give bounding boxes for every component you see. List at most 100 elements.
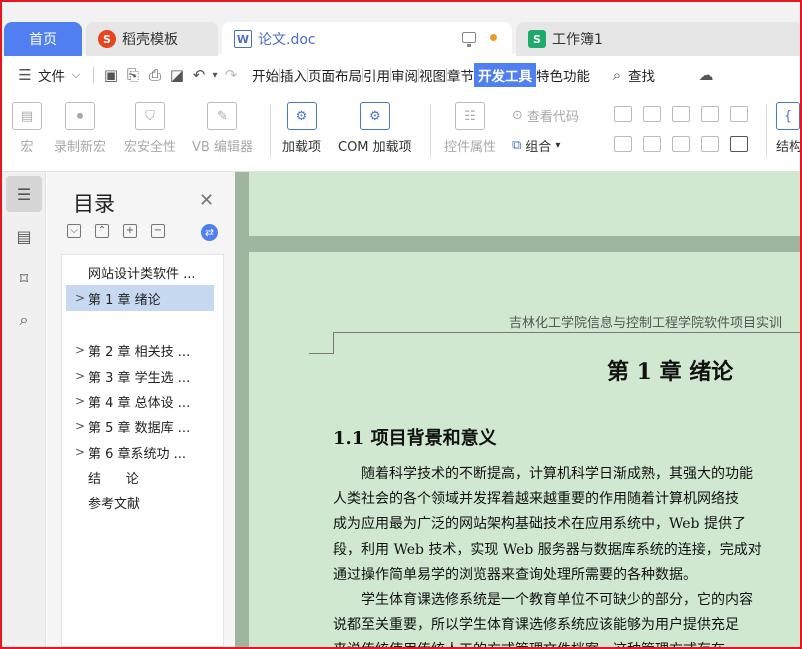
- undo-icon[interactable]: ↶: [188, 64, 210, 86]
- menu-view[interactable]: 视图: [419, 65, 446, 85]
- chevron-right-icon: >: [74, 394, 86, 408]
- tab-home[interactable]: 首页: [4, 22, 82, 56]
- toc-item-label: 第 1 章 绪论: [88, 292, 161, 308]
- sync-icon[interactable]: ⇄: [201, 224, 218, 241]
- toc-item[interactable]: 网站设计类软件 ...: [62, 259, 223, 285]
- print-preview-icon[interactable]: ◪: [166, 64, 188, 86]
- list-control-icon[interactable]: [614, 136, 632, 152]
- chevron-right-icon: >: [74, 343, 86, 357]
- toc-item-label: 网站设计类软件 ...: [88, 266, 196, 282]
- gear-icon: ⚙: [286, 102, 317, 130]
- redo-icon[interactable]: ↷: [220, 64, 242, 86]
- chevron-right-icon: >: [74, 369, 86, 383]
- export-icon[interactable]: ⎘: [122, 64, 144, 86]
- macro-security-button[interactable]: ⛉ 宏安全性: [124, 102, 176, 155]
- expand-plus-icon[interactable]: +: [123, 224, 137, 238]
- chevron-down-icon[interactable]: ⌵: [65, 64, 87, 86]
- collapse-minus-icon[interactable]: −: [151, 224, 165, 238]
- chevron-down-icon: ▾: [555, 140, 561, 151]
- toc-item[interactable]: 结 论: [62, 464, 223, 490]
- hamburger-icon[interactable]: ☰: [14, 64, 36, 86]
- date-control-icon[interactable]: [672, 136, 690, 152]
- toc-item[interactable]: > 第 5 章 数据库 ...: [62, 413, 223, 439]
- menu-chapter[interactable]: 章节: [447, 65, 474, 85]
- toc-item[interactable]: > 第 2 章 相关技 ...: [62, 337, 223, 363]
- side-rail: ☰ ▤ ⌑ ⌕: [2, 172, 46, 647]
- body-text-line: 成为应用最为广泛的网站架构基础技术在应用系统中，Web 提供了: [333, 516, 746, 532]
- structure-label: 结构: [776, 140, 800, 155]
- tab-sheet[interactable]: S 工作簿1: [516, 22, 802, 56]
- addins-button[interactable]: ⚙ 加载项: [282, 102, 321, 155]
- ribbon-divider: [270, 104, 271, 158]
- text-control-icon[interactable]: [614, 106, 632, 122]
- vb-editor-label: VB 编辑器: [192, 140, 253, 155]
- toc-item[interactable]: > 第 4 章 总体设 ...: [62, 388, 223, 414]
- menu-page-layout[interactable]: 页面布局: [308, 65, 362, 85]
- vb-editor-button[interactable]: ✎ VB 编辑器: [192, 102, 253, 155]
- monitor-icon[interactable]: [462, 32, 476, 47]
- dropdown-control-icon[interactable]: [730, 106, 748, 122]
- window-frame-left: [0, 0, 2, 649]
- toc-item-label: 参考文献: [88, 496, 141, 512]
- toc-icon[interactable]: ☰: [6, 176, 42, 212]
- document-page[interactable]: 吉林化工学院信息与控制工程学院软件项目实训 第 1 章 绪论 1.1 项目背景和…: [249, 252, 802, 649]
- checkbox-control-icon[interactable]: [701, 106, 719, 122]
- view-code-label: 查看代码: [526, 110, 579, 125]
- menu-search[interactable]: 查找: [628, 65, 655, 85]
- menu-bar: ☰ 文件 ⌵ ▣ ⎘ ⎙ ◪ ↶ ▾ ↷ 开始 插入 页面布局 引用 审阅 视图…: [0, 56, 802, 94]
- chevron-right-icon: >: [74, 419, 86, 433]
- chevron-right-icon: >: [74, 445, 86, 459]
- com-addins-button[interactable]: ⚙ COM 加载项: [338, 102, 412, 155]
- menu-home[interactable]: 开始: [252, 65, 279, 85]
- search-icon[interactable]: ⌕: [606, 64, 628, 86]
- building-block-icon[interactable]: [701, 136, 719, 152]
- collapse-down-icon[interactable]: ⌵: [67, 224, 81, 238]
- save-icon[interactable]: ▣: [100, 64, 122, 86]
- toc-item[interactable]: > 第 3 章 学生选 ...: [62, 363, 223, 389]
- com-gear-icon: ⚙: [359, 102, 390, 130]
- print-icon[interactable]: ⎙: [144, 64, 166, 86]
- menu-file[interactable]: 文件: [38, 65, 65, 85]
- menu-references[interactable]: 引用: [363, 65, 390, 85]
- tab-template[interactable]: S 稻壳模板: [86, 22, 218, 56]
- structure-button[interactable]: { 结构: [776, 102, 800, 155]
- macro-button[interactable]: ▤ 宏: [12, 102, 42, 155]
- menu-review[interactable]: 审阅: [391, 65, 418, 85]
- body-text-line: 通过操作简单易学的浏览器来查询处理所需要的各种数据。: [333, 567, 697, 583]
- outline-icon[interactable]: ▤: [6, 218, 42, 254]
- record-macro-button[interactable]: ⏺ 录制新宏: [54, 102, 106, 155]
- vb-editor-icon: ✎: [207, 102, 238, 130]
- bookmark-icon[interactable]: ⌑: [6, 260, 42, 296]
- rich-text-control-icon[interactable]: [643, 106, 661, 122]
- menu-insert[interactable]: 插入: [280, 65, 307, 85]
- record-macro-icon: ⏺: [65, 102, 95, 130]
- toc-item-label: 第 6 章系统功 ...: [88, 446, 187, 462]
- document-canvas[interactable]: 吉林化工学院信息与控制工程学院软件项目实训 第 1 章 绪论 1.1 项目背景和…: [235, 172, 802, 649]
- undo-dropdown-icon[interactable]: ▾: [210, 64, 220, 86]
- control-props-button[interactable]: ☷ 控件属性: [444, 102, 496, 155]
- tab-document[interactable]: W 论文.doc: [222, 22, 512, 56]
- image-control-icon[interactable]: [672, 106, 690, 122]
- toc-item[interactable]: 参考文献: [62, 489, 223, 515]
- section-heading: 1.1 项目背景和意义: [333, 428, 497, 449]
- group-button[interactable]: ⧉ 组合 ▾: [512, 136, 560, 155]
- macro-label: 宏: [20, 140, 34, 155]
- toc-item[interactable]: > 第 6 章系统功 ...: [62, 439, 223, 465]
- chapter-heading: 第 1 章 绪论: [607, 359, 734, 385]
- combo-control-icon[interactable]: [643, 136, 661, 152]
- close-icon[interactable]: ✕: [199, 190, 214, 211]
- toc-item-label: 第 3 章 学生选 ...: [88, 370, 191, 386]
- tab-bar: 首页 S 稻壳模板 W 论文.doc S 工作簿1: [0, 0, 802, 56]
- menu-developer[interactable]: 开发工具: [474, 63, 536, 87]
- cloud-icon[interactable]: ☁: [695, 64, 717, 86]
- running-header: 吉林化工学院信息与控制工程学院软件项目实训: [509, 316, 783, 331]
- menu-features[interactable]: 特色功能: [536, 65, 590, 85]
- collapse-up-icon[interactable]: ⌃: [95, 224, 109, 238]
- macro-security-icon: ⛉: [135, 102, 165, 130]
- legacy-tools-icon[interactable]: [730, 136, 748, 152]
- toc-title: 目录: [73, 192, 115, 216]
- group-label: 组合: [525, 140, 552, 155]
- find-icon[interactable]: ⌕: [6, 302, 42, 338]
- toc-item-selected[interactable]: > 第 1 章 绪论: [66, 285, 214, 311]
- view-code-button[interactable]: ⊙ 查看代码: [512, 106, 579, 125]
